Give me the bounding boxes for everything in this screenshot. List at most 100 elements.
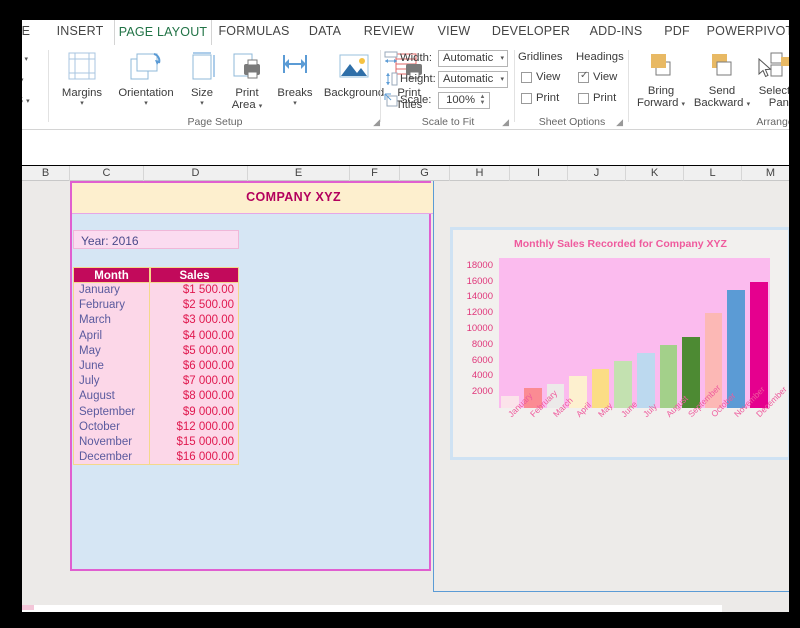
- cell-sales[interactable]: $4 000.00: [150, 329, 239, 344]
- sales-chart[interactable]: Monthly Sales Recorded for Company XYZ 1…: [450, 227, 789, 460]
- horizontal-scrollbar[interactable]: [22, 605, 722, 612]
- table-header-row: MonthSales: [73, 267, 239, 283]
- cell-sales[interactable]: $1 500.00: [150, 283, 239, 298]
- headings-print-checkbox[interactable]: [578, 93, 589, 104]
- send-backward-button[interactable]: Send Backward ▾: [690, 51, 754, 109]
- table-row[interactable]: August$8 000.00: [73, 389, 239, 404]
- table-header-month[interactable]: Month: [73, 267, 150, 283]
- column-header-L[interactable]: L: [684, 166, 742, 181]
- cell-month[interactable]: May: [73, 344, 150, 359]
- orientation-button[interactable]: Orientation ▾: [110, 51, 182, 108]
- y-axis-tick: 4000: [453, 370, 493, 381]
- tab-view[interactable]: VIEW: [424, 18, 484, 45]
- height-combo[interactable]: Automatic ▾: [438, 71, 508, 88]
- size-button[interactable]: Size ▾: [182, 51, 222, 108]
- gridlines-view-checkbox[interactable]: [521, 72, 532, 83]
- column-header-G[interactable]: G: [400, 166, 450, 181]
- table-row[interactable]: March$3 000.00: [73, 313, 239, 328]
- cell-month[interactable]: October: [73, 420, 150, 435]
- cell-sales[interactable]: $16 000.00: [150, 450, 239, 465]
- column-header-D[interactable]: D: [144, 166, 248, 181]
- company-title-cell[interactable]: COMPANY XYZ: [72, 183, 433, 214]
- column-header-C[interactable]: C: [70, 166, 144, 181]
- print-area-button[interactable]: Print Area ▾: [222, 51, 272, 111]
- page-setup-dialog-launcher[interactable]: ◢: [373, 117, 380, 128]
- table-header-sales[interactable]: Sales: [150, 267, 239, 283]
- column-header-J[interactable]: J: [568, 166, 626, 181]
- cell-month[interactable]: December: [73, 450, 150, 465]
- scale-to-fit-dialog-launcher[interactable]: ◢: [502, 117, 509, 128]
- table-row[interactable]: April$4 000.00: [73, 329, 239, 344]
- send-backward-label-1: Send: [690, 85, 754, 97]
- cell-month[interactable]: September: [73, 405, 150, 420]
- margins-button[interactable]: Margins ▾: [54, 51, 110, 108]
- cell-sales[interactable]: $9 000.00: [150, 405, 239, 420]
- headings-view-checkbox[interactable]: [578, 72, 589, 83]
- scale-spinner[interactable]: 100% ▲▼: [438, 92, 490, 109]
- tab-page-layout[interactable]: PAGE LAYOUT: [114, 18, 212, 45]
- column-header-E[interactable]: E: [248, 166, 350, 181]
- column-header-I[interactable]: I: [510, 166, 568, 181]
- cell-sales[interactable]: $2 500.00: [150, 298, 239, 313]
- tab-data[interactable]: DATA: [296, 18, 354, 45]
- worksheet-canvas[interactable]: Monthly Sales Recorded for Company XYZ 1…: [22, 181, 789, 612]
- breaks-button[interactable]: Breaks ▾: [272, 51, 318, 108]
- table-row[interactable]: January$1 500.00: [73, 283, 239, 298]
- margins-dropdown-caret[interactable]: ▾: [54, 99, 110, 108]
- y-axis-tick: 2000: [453, 386, 493, 397]
- cell-sales[interactable]: $15 000.00: [150, 435, 239, 450]
- send-backward-label-2: Backward ▾: [690, 97, 754, 109]
- cell-sales[interactable]: $6 000.00: [150, 359, 239, 374]
- size-dropdown-caret[interactable]: ▾: [182, 99, 222, 108]
- column-header-B[interactable]: B: [22, 166, 70, 181]
- sheet-options-dialog-launcher[interactable]: ◢: [616, 117, 623, 128]
- tab-powerpivot[interactable]: POWERPIVOT: [700, 18, 800, 45]
- table-row[interactable]: May$5 000.00: [73, 344, 239, 359]
- table-row[interactable]: November$15 000.00: [73, 435, 239, 450]
- cell-month[interactable]: November: [73, 435, 150, 450]
- cell-month[interactable]: February: [73, 298, 150, 313]
- cell-sales[interactable]: $5 000.00: [150, 344, 239, 359]
- tab-review[interactable]: REVIEW: [354, 18, 424, 45]
- table-row[interactable]: September$9 000.00: [73, 405, 239, 420]
- y-axis-tick: 12000: [453, 307, 493, 318]
- tab-formulas[interactable]: FORMULAS: [212, 18, 296, 45]
- gridlines-print-checkbox[interactable]: [521, 93, 532, 104]
- table-row[interactable]: June$6 000.00: [73, 359, 239, 374]
- sales-table[interactable]: MonthSalesJanuary$1 500.00February$2 500…: [73, 267, 239, 465]
- year-cell[interactable]: Year: 2016: [73, 230, 239, 249]
- breaks-dropdown-caret[interactable]: ▾: [272, 99, 318, 108]
- column-header-H[interactable]: H: [450, 166, 510, 181]
- cell-sales[interactable]: $3 000.00: [150, 313, 239, 328]
- tab-add-ins[interactable]: ADD-INS: [578, 18, 654, 45]
- orientation-dropdown-caret[interactable]: ▾: [110, 99, 182, 108]
- cell-sales[interactable]: $8 000.00: [150, 389, 239, 404]
- company-title: COMPANY XYZ: [246, 190, 341, 204]
- tab-insert[interactable]: INSERT: [46, 18, 114, 45]
- cell-sales[interactable]: $12 000.00: [150, 420, 239, 435]
- tab-pdf[interactable]: PDF: [654, 18, 700, 45]
- column-header-F[interactable]: F: [350, 166, 400, 181]
- chart-bar[interactable]: [660, 345, 678, 408]
- table-row[interactable]: July$7 000.00: [73, 374, 239, 389]
- cell-month[interactable]: June: [73, 359, 150, 374]
- column-header-K[interactable]: K: [626, 166, 684, 181]
- scrollbar-thumb[interactable]: [22, 605, 34, 610]
- cell-month[interactable]: April: [73, 329, 150, 344]
- table-row[interactable]: February$2 500.00: [73, 298, 239, 313]
- tab-developer[interactable]: DEVELOPER: [484, 18, 578, 45]
- print-area-page-1: COMPANY XYZ Year: 2016 MonthSalesJanuary…: [70, 181, 431, 571]
- chart-bar[interactable]: [637, 353, 655, 408]
- cell-month[interactable]: January: [73, 283, 150, 298]
- column-headers[interactable]: BCDEFGHIJKLM: [22, 166, 789, 181]
- cell-sales[interactable]: $7 000.00: [150, 374, 239, 389]
- orientation-icon: [110, 51, 182, 84]
- bring-forward-button[interactable]: Bring Forward ▾: [632, 51, 690, 109]
- width-combo[interactable]: Automatic ▾: [438, 50, 508, 67]
- table-row[interactable]: October$12 000.00: [73, 420, 239, 435]
- cell-month[interactable]: July: [73, 374, 150, 389]
- table-row[interactable]: December$16 000.00: [73, 450, 239, 465]
- cell-month[interactable]: August: [73, 389, 150, 404]
- cell-month[interactable]: March: [73, 313, 150, 328]
- scale-spin-arrows[interactable]: ▲▼: [478, 94, 487, 107]
